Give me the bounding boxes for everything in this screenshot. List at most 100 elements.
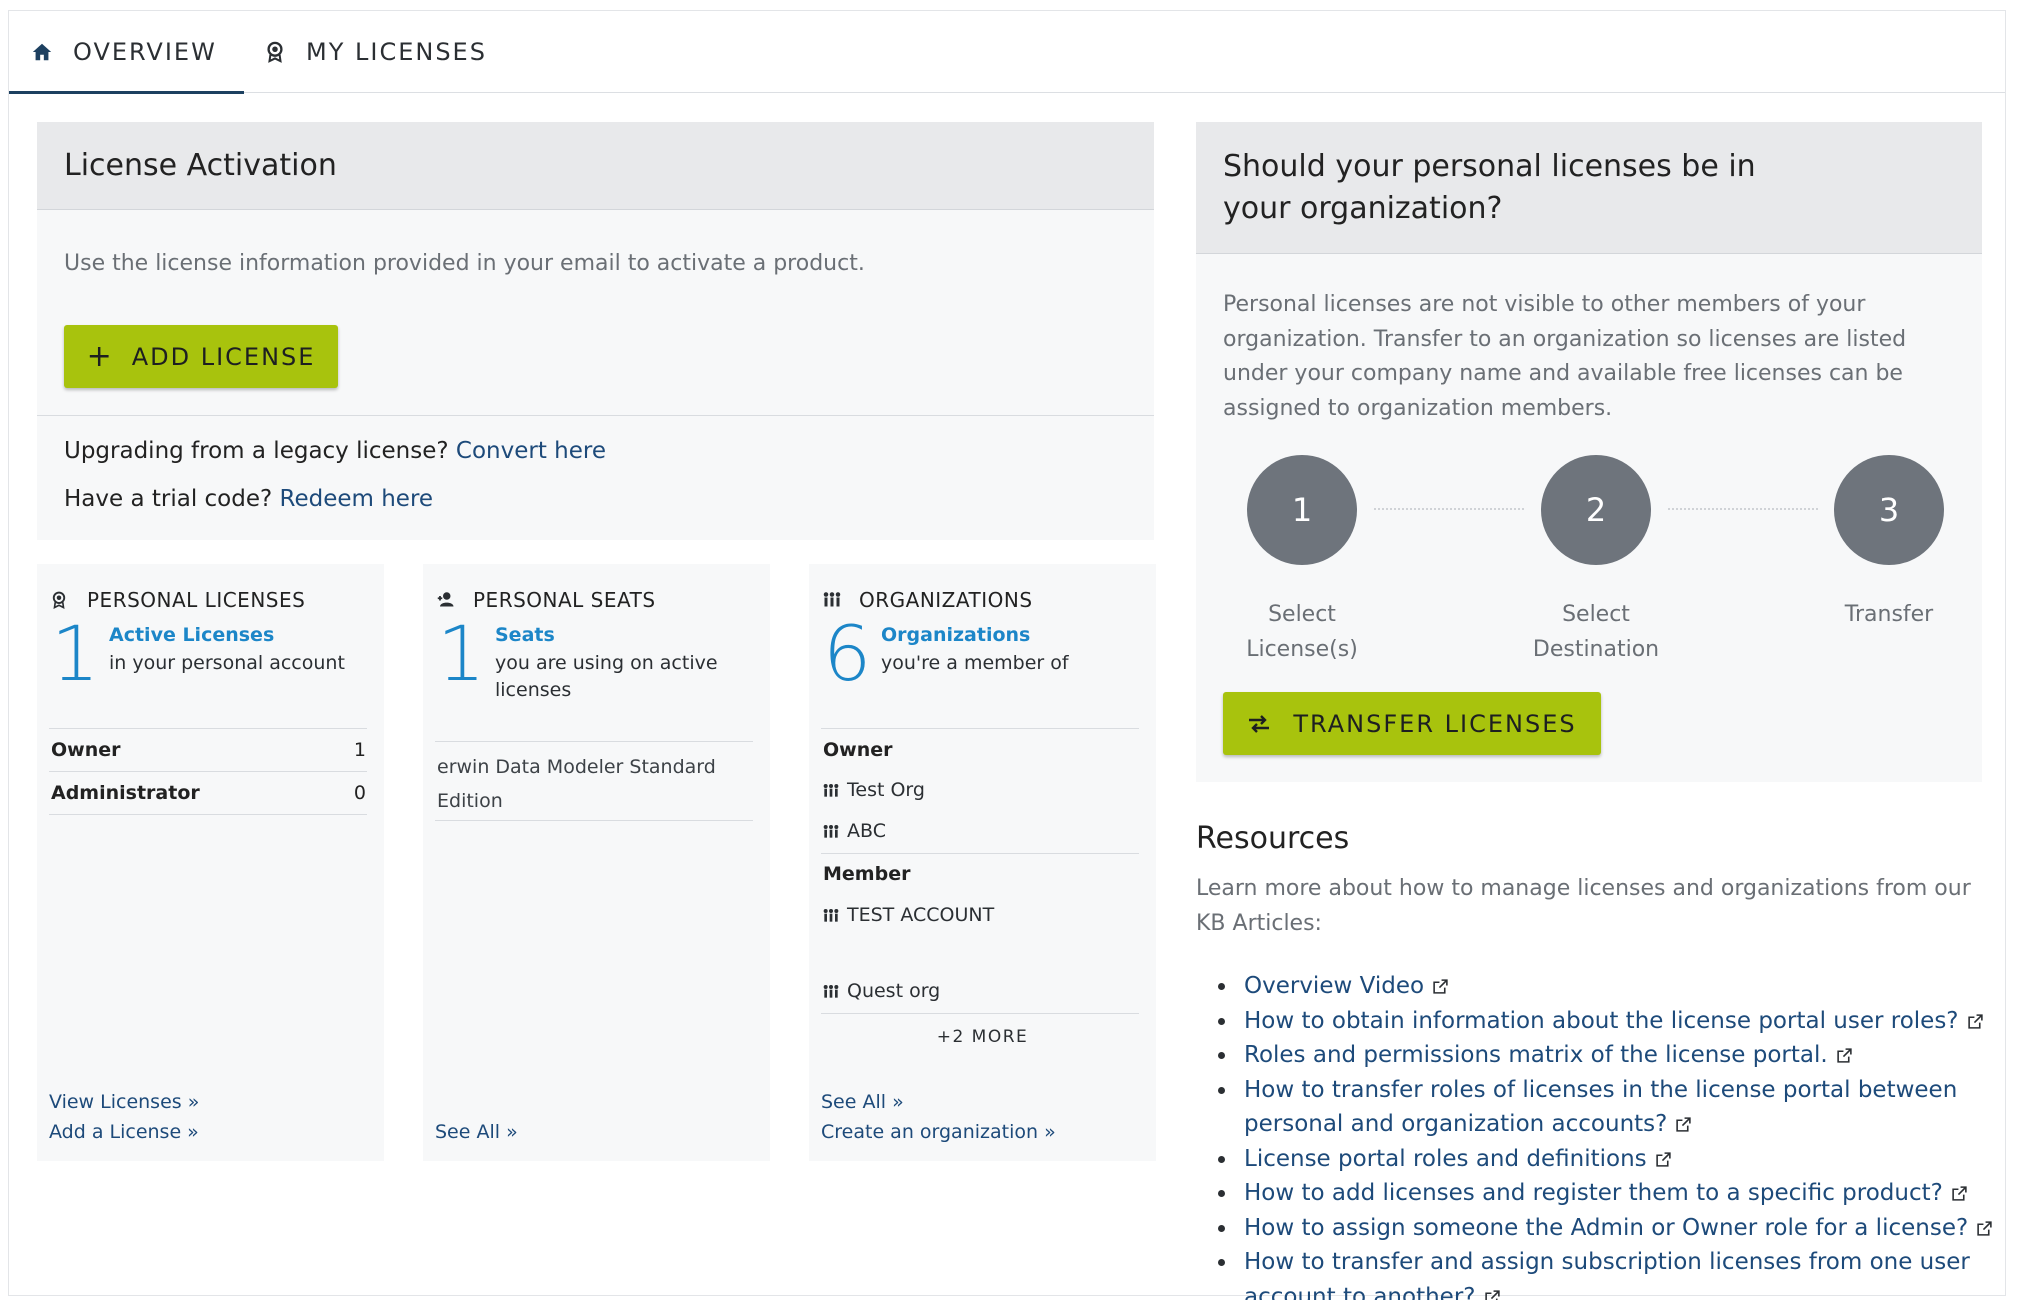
divider [821,853,1139,854]
tab-my-licenses-label: MY LICENSES [306,38,487,66]
add-a-license-link[interactable]: Add a License » [49,1121,199,1143]
seats-sub: you are using on active licenses [495,652,718,701]
home-icon [31,41,53,63]
divider [49,728,367,729]
seat-item[interactable]: erwin Data Modeler Standard Edition [437,750,727,818]
transfer-description: Personal licenses are not visible to oth… [1223,292,1907,421]
external-link-icon [1977,1220,1992,1236]
resources-list: Overview Video How to obtain information… [1204,969,2004,1300]
resource-link-text: How to add licenses and register them to… [1244,1180,1943,1206]
resource-link[interactable]: How to assign someone the Admin or Owner… [1204,1211,2004,1246]
step-3-circle: 3 [1834,455,1944,565]
legacy-text: Upgrading from a legacy license? [64,438,449,464]
org-name: Quest org [847,980,941,1002]
transfer-card: Should your personal licenses be in your… [1196,122,1982,782]
add-license-label: ADD LICENSE [131,342,316,371]
create-organization-link[interactable]: Create an organization » [821,1121,1056,1143]
user-seat-icon [437,591,455,609]
divider [821,1013,1139,1014]
external-link-icon [1837,1048,1852,1063]
step-connector [1668,508,1818,510]
transfer-title: Should your personal licenses be in your… [1196,122,1982,254]
org-item-test-org[interactable]: Test Org [823,779,925,801]
divider [37,415,1154,416]
administrator-row-value: 0 [353,782,366,804]
organizations-count: 6 [823,609,872,698]
personal-seats-card: PERSONAL SEATS 1 Seats you are using on … [423,564,770,1161]
resource-link[interactable]: How to obtain information about the lice… [1204,1004,2004,1039]
redeem-here-link[interactable]: Redeem here [280,486,434,512]
license-activation-card: License Activation Use the license infor… [37,122,1154,540]
personal-licenses-card: PERSONAL LICENSES 1 Active Licenses in y… [37,564,384,1161]
resource-link[interactable]: Overview Video [1204,969,2004,1004]
active-licenses-link[interactable]: Active Licenses [109,624,274,646]
divider [49,814,367,815]
award-icon [51,591,69,609]
active-licenses-count: 1 [51,609,100,698]
organization-icon [823,908,839,922]
license-portal-window: OVERVIEW MY LICENSES License Activation … [8,10,2006,1300]
license-activation-title: License Activation [37,122,1154,210]
resource-link[interactable]: How to add licenses and register them to… [1204,1176,2004,1211]
trial-text: Have a trial code? [64,486,273,512]
plus-icon: + [86,338,114,374]
organizations-card: ORGANIZATIONS 6 Organizations you're a m… [809,564,1156,1161]
external-link-icon [1952,1186,1967,1201]
organizations-link[interactable]: Organizations [881,624,1030,646]
organization-icon [823,591,841,609]
step-1-circle: 1 [1247,455,1357,565]
resources-description: Learn more about how to manage licenses … [1196,876,1971,936]
legacy-row: Upgrading from a legacy license? Convert… [64,438,606,464]
orgs-see-all-link[interactable]: See All » [821,1091,904,1113]
resource-link-text: How to assign someone the Admin or Owner… [1244,1214,1969,1241]
external-link-icon [1967,1013,1983,1029]
active-licenses-sub: in your personal account [109,652,345,674]
transfer-licenses-button[interactable]: TRANSFER LICENSES [1223,692,1601,755]
step-connector [1374,508,1524,510]
tab-overview-label: OVERVIEW [73,38,217,66]
external-link-icon [1655,1151,1671,1167]
org-item-test-account[interactable]: TEST ACCOUNT [823,904,994,926]
trial-row: Have a trial code? Redeem here [64,486,433,512]
tab-bar: OVERVIEW MY LICENSES [9,11,2005,94]
organizations-sub: you're a member of [881,652,1069,674]
organization-icon [823,984,839,998]
convert-here-link[interactable]: Convert here [456,438,606,464]
more-orgs-button[interactable]: +2 MORE [809,1027,1156,1047]
resource-link-text: How to obtain information about the lice… [1244,1007,1959,1034]
seats-see-all-link[interactable]: See All » [435,1121,518,1143]
step-2-circle: 2 [1541,455,1651,565]
award-icon [264,41,286,63]
tab-overview[interactable]: OVERVIEW [9,11,244,94]
owner-row-label: Owner [51,739,121,761]
tab-my-licenses[interactable]: MY LICENSES [264,11,487,93]
step-2-label: Select Destination [1532,602,1660,662]
org-owner-label: Owner [823,739,893,761]
divider [821,728,1139,729]
resource-link[interactable]: License portal roles and definitions [1204,1142,2004,1177]
transfer-licenses-label: TRANSFER LICENSES [1293,709,1577,738]
seats-link[interactable]: Seats [495,624,555,646]
external-link-icon [1433,979,1448,994]
divider [435,820,753,821]
organization-icon [823,783,839,797]
org-name: TEST ACCOUNT [847,904,995,926]
seats-count: 1 [437,609,486,698]
divider [49,771,367,772]
step-1-label: Select License(s) [1246,602,1358,662]
divider [435,741,753,742]
view-licenses-link[interactable]: View Licenses » [49,1091,199,1113]
org-item-abc[interactable]: ABC [823,820,886,842]
step-3-label: Transfer [1844,602,1934,627]
resource-link-text: Roles and permissions matrix of the lice… [1244,1042,1828,1068]
add-license-button[interactable]: + ADD LICENSE [64,325,338,388]
resource-link[interactable]: How to transfer roles of licenses in the… [1204,1073,2004,1142]
owner-row-value: 1 [353,739,366,761]
organizations-title-text: ORGANIZATIONS [859,588,1033,612]
org-item-quest-org[interactable]: Quest org [823,980,940,1002]
resources-title: Resources [1196,821,1350,856]
resource-link-text: How to transfer and assign subscription … [1244,1249,1970,1300]
organization-icon [823,824,839,838]
resource-link[interactable]: Roles and permissions matrix of the lice… [1204,1038,2004,1073]
resource-link[interactable]: How to transfer and assign subscription … [1204,1245,2004,1300]
